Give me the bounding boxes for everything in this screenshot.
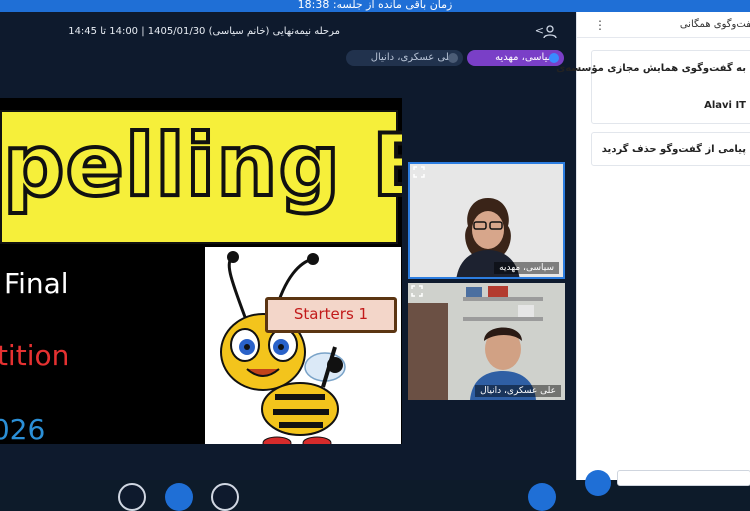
video-tile-label: سیاسی، مهدیه xyxy=(494,262,559,274)
slide-line-competition: Competition xyxy=(0,339,70,372)
chat-message-text: پیامی از گفت‌وگو حذف گردید xyxy=(601,144,746,155)
bee-mascot-icon xyxy=(220,251,346,444)
chat-header: گفت‌وگوی همگانی ⋮ xyxy=(577,12,750,38)
participant-name: علی عسکری، دانیال xyxy=(370,52,455,63)
starters-sign: Starters 1 xyxy=(265,297,397,333)
user-icon[interactable] xyxy=(542,25,558,39)
slide-line-year: 2026 xyxy=(0,413,46,444)
slide-line-final: Final xyxy=(4,267,69,300)
chat-message-text: Alavi IT xyxy=(704,100,746,111)
session-timer-text: زمان باقی مانده از جلسه: 18:38 xyxy=(297,0,453,11)
kebab-icon[interactable]: ⋮ xyxy=(594,18,606,32)
participant-chip[interactable]: علی عسکری، دانیال xyxy=(346,50,463,66)
presentation-slide: Spelling Bee Final Competition 2026 xyxy=(0,98,402,444)
slide-text-panel: Final Competition 2026 xyxy=(0,247,204,444)
chat-message: به گفت‌وگوی همایش مجازی مؤسسه‌ی Alavi IT xyxy=(556,50,750,124)
session-title: مرحله نیمه‌نهایی (خانم سیاسی) 1405/01/30… xyxy=(68,26,340,37)
student-video-feed xyxy=(408,283,565,400)
actions-button[interactable] xyxy=(528,483,556,511)
expand-icon[interactable] xyxy=(411,285,423,297)
screen-share-button[interactable] xyxy=(211,483,239,511)
mic-toggle-button[interactable] xyxy=(118,483,146,511)
chat-message-text: به گفت‌وگوی همایش مجازی مؤسسه‌ی xyxy=(556,63,746,74)
participant-chip-active[interactable]: سیاسی، مهدیه xyxy=(467,50,564,66)
send-button[interactable] xyxy=(585,470,611,496)
slide-banner: Spelling Bee xyxy=(0,110,402,244)
video-tile-teacher[interactable]: سیاسی، مهدیه xyxy=(408,162,565,279)
participant-name: سیاسی، مهدیه xyxy=(495,52,556,63)
expand-icon[interactable] xyxy=(413,166,425,178)
video-tile-label: علی عسکری، دانیال xyxy=(475,385,561,397)
main-stage: مرحله نیمه‌نهایی (خانم سیاسی) 1405/01/30… xyxy=(0,12,576,511)
mic-icon xyxy=(549,53,559,63)
chat-message: پیامی از گفت‌وگو حذف گردید xyxy=(591,132,750,166)
camera-toggle-button[interactable] xyxy=(165,483,193,511)
session-timer-bar: زمان باقی مانده از جلسه: 18:38 xyxy=(0,0,750,12)
media-controls xyxy=(0,468,576,511)
mic-icon xyxy=(448,53,458,63)
banner-title: Spelling Bee xyxy=(0,114,402,218)
chat-title: گفت‌وگوی همگانی xyxy=(679,19,750,30)
video-tile-student[interactable]: علی عسکری، دانیال xyxy=(408,283,565,400)
chat-input[interactable] xyxy=(617,470,750,486)
chat-panel: گفت‌وگوی همگانی ⋮ به گفت‌وگوی همایش مجاز… xyxy=(556,12,750,496)
bee-illustration: Starters 1 xyxy=(205,247,401,444)
